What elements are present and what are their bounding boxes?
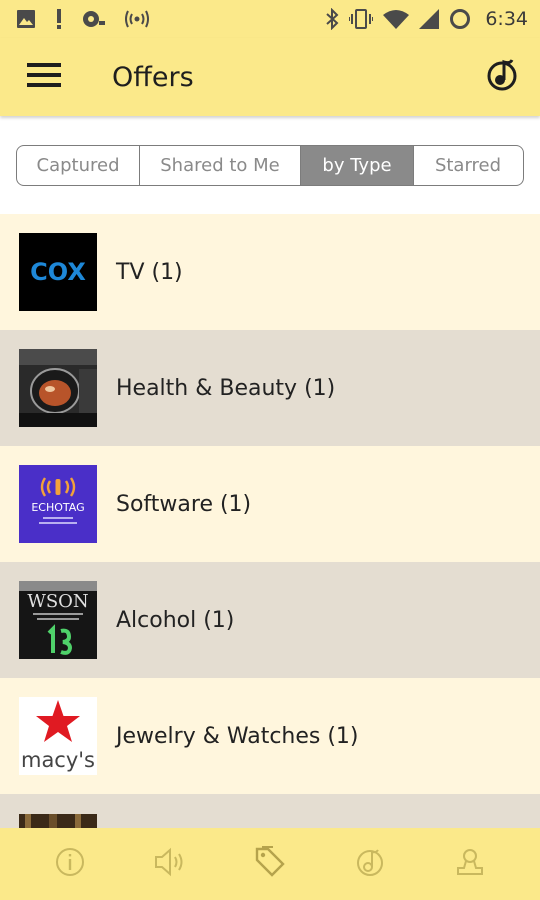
tab-captured[interactable]: Captured (17, 146, 140, 185)
tab-starred[interactable]: Starred (414, 146, 522, 185)
music-disc-icon (354, 846, 386, 882)
status-bar: 6:34 (0, 0, 540, 38)
user-icon (454, 846, 486, 882)
nav-info-button[interactable] (38, 832, 102, 896)
tags-icon (253, 845, 287, 883)
svg-text:WSON: WSON (27, 591, 88, 612)
svg-text:COX: COX (30, 258, 86, 286)
category-row-software[interactable]: ECHOTAG Software (1) (0, 446, 540, 562)
nav-offers-button[interactable] (238, 832, 302, 896)
wifi-icon (383, 9, 410, 29)
echotag-logo-thumbnail: ECHOTAG (19, 465, 97, 543)
category-row-tv[interactable]: COX TV (1) (0, 214, 540, 330)
category-label: Alcohol (1) (116, 607, 235, 633)
category-list: COX TV (1) Health & Beauty (1) ECHOTAG S… (0, 214, 540, 828)
macys-logo-thumbnail: macy's (19, 697, 97, 775)
nav-music-button[interactable] (338, 832, 402, 896)
nav-speaker-button[interactable] (138, 832, 202, 896)
nav-profile-button[interactable] (438, 832, 502, 896)
image-notification-icon (16, 9, 36, 29)
music-note-icon (486, 58, 518, 96)
category-row-jewelry-watches[interactable]: macy's Jewelry & Watches (1) (0, 678, 540, 794)
offer-filter-tabs: Captured Shared to Me by Type Starred (16, 145, 524, 186)
sync-circle-icon (449, 8, 471, 30)
svg-text:macy's: macy's (21, 748, 95, 772)
alert-notification-icon (54, 8, 64, 30)
cell-signal-icon (419, 9, 440, 29)
alcohol-bottle-thumbnail: WSON (19, 581, 97, 659)
bottom-navigation (0, 828, 540, 900)
bluetooth-icon (325, 8, 339, 30)
health-beauty-thumbnail (19, 349, 97, 427)
partial-thumbnail (19, 814, 97, 828)
hamburger-menu-icon (27, 62, 61, 92)
category-row-health-beauty[interactable]: Health & Beauty (1) (0, 330, 540, 446)
svg-text:ECHOTAG: ECHOTAG (31, 501, 84, 514)
speaker-icon (153, 847, 187, 881)
category-label: Software (1) (116, 491, 252, 517)
menu-button[interactable] (0, 38, 88, 116)
cox-logo-thumbnail: COX (19, 233, 97, 311)
system-icons: 6:34 (325, 8, 528, 30)
tab-shared-to-me[interactable]: Shared to Me (140, 146, 301, 185)
category-row-partial[interactable] (0, 794, 540, 828)
voicemail-icon (82, 9, 106, 29)
broadcast-icon (124, 9, 150, 29)
info-icon (54, 846, 86, 882)
notification-icons (16, 8, 150, 30)
category-row-alcohol[interactable]: WSON Alcohol (1) (0, 562, 540, 678)
status-time: 6:34 (485, 8, 528, 30)
category-label: Jewelry & Watches (1) (116, 723, 359, 749)
category-label: Health & Beauty (1) (116, 375, 336, 401)
music-action-button[interactable] (464, 38, 540, 116)
page-title: Offers (112, 61, 194, 93)
tab-by-type[interactable]: by Type (301, 146, 414, 185)
app-bar: Offers (0, 38, 540, 116)
category-label: TV (1) (116, 259, 183, 285)
vibrate-icon (349, 8, 374, 30)
